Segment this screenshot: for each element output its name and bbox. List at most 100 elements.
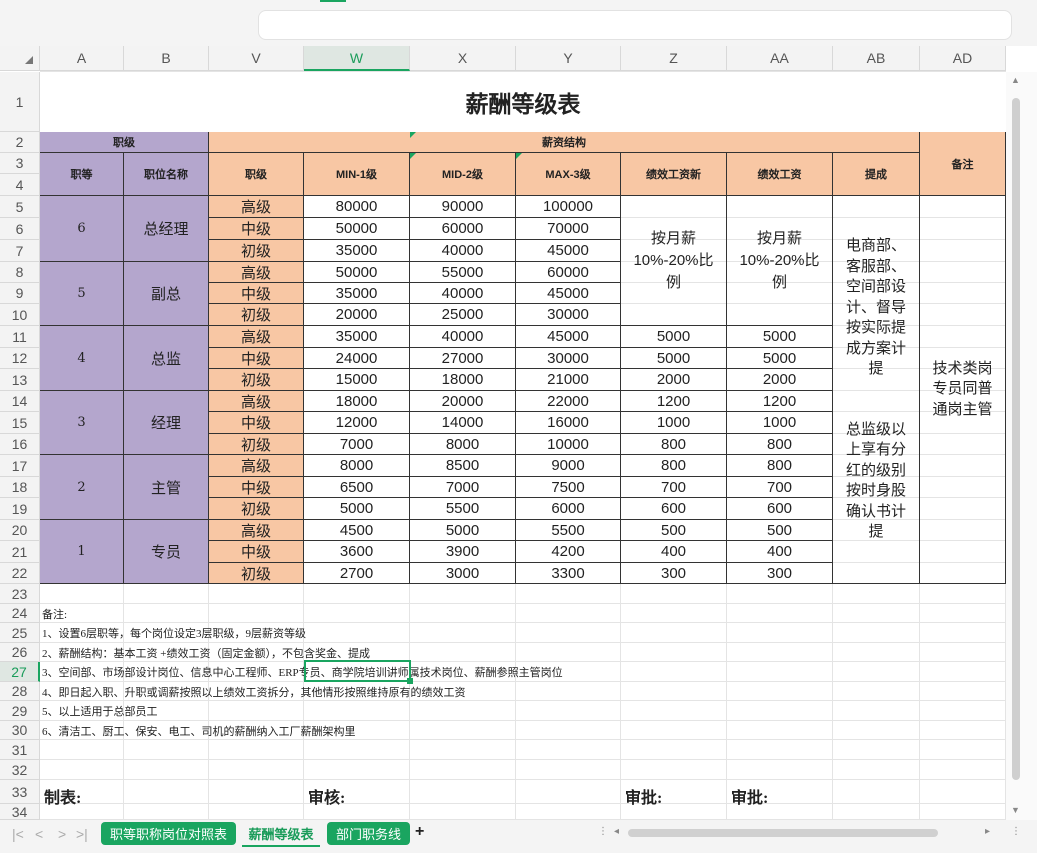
- grade-cell: 初级: [209, 304, 304, 326]
- approve-label: 审批:: [625, 790, 663, 807]
- row-header-28[interactable]: 28: [0, 682, 40, 701]
- row-header-29[interactable]: 29: [0, 701, 40, 721]
- row-header-19[interactable]: 19: [0, 498, 40, 520]
- grade-cell: 中级: [209, 412, 304, 434]
- row-header-27[interactable]: 27: [0, 662, 40, 682]
- max-salary-cell: 30000: [516, 348, 621, 369]
- row-header-22[interactable]: 22: [0, 563, 40, 584]
- tab-department-line[interactable]: 部门职务线: [327, 822, 410, 845]
- column-header-z[interactable]: Z: [621, 46, 727, 71]
- min-salary-cell: 8000: [304, 455, 410, 477]
- header-perf-new: 绩效工资新: [621, 153, 727, 196]
- column-header-ab[interactable]: AB: [833, 46, 920, 71]
- row-header-32[interactable]: 32: [0, 760, 40, 780]
- grade-cell: 高级: [209, 391, 304, 412]
- comment-marker: [410, 132, 416, 138]
- commission-merged-cell: 电商部、客服部、空间部设计、督导按实际提成方案计提 总监级以上享有分红的级别按时身…: [833, 196, 920, 584]
- perf-merged-cell: 按月薪10%-20%比例: [727, 196, 833, 326]
- row-header-3[interactable]: 3: [0, 153, 40, 174]
- mid-salary-cell: 7000: [410, 477, 516, 498]
- min-salary-cell: 24000: [304, 348, 410, 369]
- min-salary-cell: 4500: [304, 520, 410, 541]
- row-header-12[interactable]: 12: [0, 348, 40, 369]
- rank-cell: 6: [40, 196, 124, 262]
- row-header-5[interactable]: 5: [0, 196, 40, 218]
- column-header-b[interactable]: B: [124, 46, 209, 71]
- mid-salary-cell: 3900: [410, 541, 516, 563]
- scroll-up-icon[interactable]: ▲: [1011, 75, 1020, 85]
- grade-cell: 初级: [209, 434, 304, 455]
- row-header-8[interactable]: 8: [0, 262, 40, 283]
- header-grade: 职级: [209, 153, 304, 196]
- row-header-14[interactable]: 14: [0, 391, 40, 412]
- row-header-25[interactable]: 25: [0, 623, 40, 643]
- select-all-corner[interactable]: [0, 46, 40, 71]
- row-header-10[interactable]: 10: [0, 304, 40, 326]
- note-line: 3、空间部、市场部设计岗位、信息中心工程师、ERP专员、商学院培训讲师属技术岗位…: [42, 666, 563, 679]
- prev-sheet-icon[interactable]: <: [35, 826, 43, 842]
- column-header-y[interactable]: Y: [516, 46, 621, 71]
- row-header-7[interactable]: 7: [0, 240, 40, 262]
- min-salary-cell: 80000: [304, 196, 410, 218]
- row-header-20[interactable]: 20: [0, 520, 40, 541]
- row-header-17[interactable]: 17: [0, 455, 40, 477]
- row-header-11[interactable]: 11: [0, 326, 40, 348]
- row-header-18[interactable]: 18: [0, 477, 40, 498]
- hscroll-divider-icon[interactable]: ⋮: [598, 826, 608, 837]
- row-header-13[interactable]: 13: [0, 369, 40, 391]
- vertical-scrollbar-thumb[interactable]: [1012, 98, 1020, 780]
- hscroll-divider-icon-2[interactable]: ⋮: [1011, 826, 1021, 837]
- scroll-down-icon[interactable]: ▼: [1011, 805, 1020, 815]
- row-header-6[interactable]: 6: [0, 218, 40, 240]
- min-salary-cell: 12000: [304, 412, 410, 434]
- mid-salary-cell: 20000: [410, 391, 516, 412]
- first-sheet-icon[interactable]: |<: [12, 826, 24, 842]
- horizontal-scrollbar-thumb[interactable]: [628, 829, 938, 837]
- column-header-x[interactable]: X: [410, 46, 516, 71]
- vertical-scrollbar-track[interactable]: [1006, 72, 1037, 820]
- row-header-2[interactable]: 2: [0, 132, 40, 153]
- column-header-w[interactable]: W: [304, 46, 410, 71]
- note-line: 6、清洁工、厨工、保安、电工、司机的薪酬纳入工厂薪酬架构里: [42, 725, 356, 738]
- last-sheet-icon[interactable]: >|: [76, 826, 88, 842]
- row-header-30[interactable]: 30: [0, 721, 40, 740]
- tab-position-mapping[interactable]: 职等职称岗位对照表: [101, 822, 236, 845]
- row-header-34[interactable]: 34: [0, 804, 40, 820]
- row-header-23[interactable]: 23: [0, 584, 40, 604]
- formula-bar[interactable]: [258, 10, 1012, 40]
- perf-new-cell: 5000: [621, 326, 727, 348]
- hscroll-left-icon[interactable]: ◂: [614, 826, 619, 837]
- column-header-aa[interactable]: AA: [727, 46, 833, 71]
- selected-cell[interactable]: [304, 660, 413, 684]
- row-header-21[interactable]: 21: [0, 541, 40, 563]
- add-sheet-button[interactable]: +: [415, 823, 424, 841]
- row-header-31[interactable]: 31: [0, 740, 40, 760]
- column-header-ad[interactable]: AD: [920, 46, 1006, 71]
- perf-new-cell: 1000: [621, 412, 727, 434]
- max-salary-cell: 3300: [516, 563, 621, 584]
- tab-salary-grade[interactable]: 薪酬等级表: [242, 822, 320, 847]
- row-header-26[interactable]: 26: [0, 643, 40, 662]
- row-header-9[interactable]: 9: [0, 283, 40, 304]
- row-header-24[interactable]: 24: [0, 604, 40, 623]
- column-header-a[interactable]: A: [40, 46, 124, 71]
- next-sheet-icon[interactable]: >: [58, 826, 66, 842]
- mid-salary-cell: 14000: [410, 412, 516, 434]
- min-salary-cell: 35000: [304, 283, 410, 304]
- min-salary-cell: 35000: [304, 326, 410, 348]
- mid-salary-cell: 25000: [410, 304, 516, 326]
- row-header-15[interactable]: 15: [0, 412, 40, 434]
- rank-cell: 1: [40, 520, 124, 584]
- comment-marker: [516, 153, 522, 159]
- perf-cell: 1200: [727, 391, 833, 412]
- hscroll-right-icon[interactable]: ▸: [985, 826, 990, 837]
- grade-cell: 初级: [209, 240, 304, 262]
- row-header-4[interactable]: 4: [0, 174, 40, 196]
- grade-cell: 高级: [209, 326, 304, 348]
- column-header-v[interactable]: V: [209, 46, 304, 71]
- row-header-1[interactable]: 1: [0, 72, 40, 132]
- header-remark: 备注: [920, 132, 1006, 196]
- max-salary-cell: 21000: [516, 369, 621, 391]
- row-header-16[interactable]: 16: [0, 434, 40, 455]
- row-header-33[interactable]: 33: [0, 780, 40, 804]
